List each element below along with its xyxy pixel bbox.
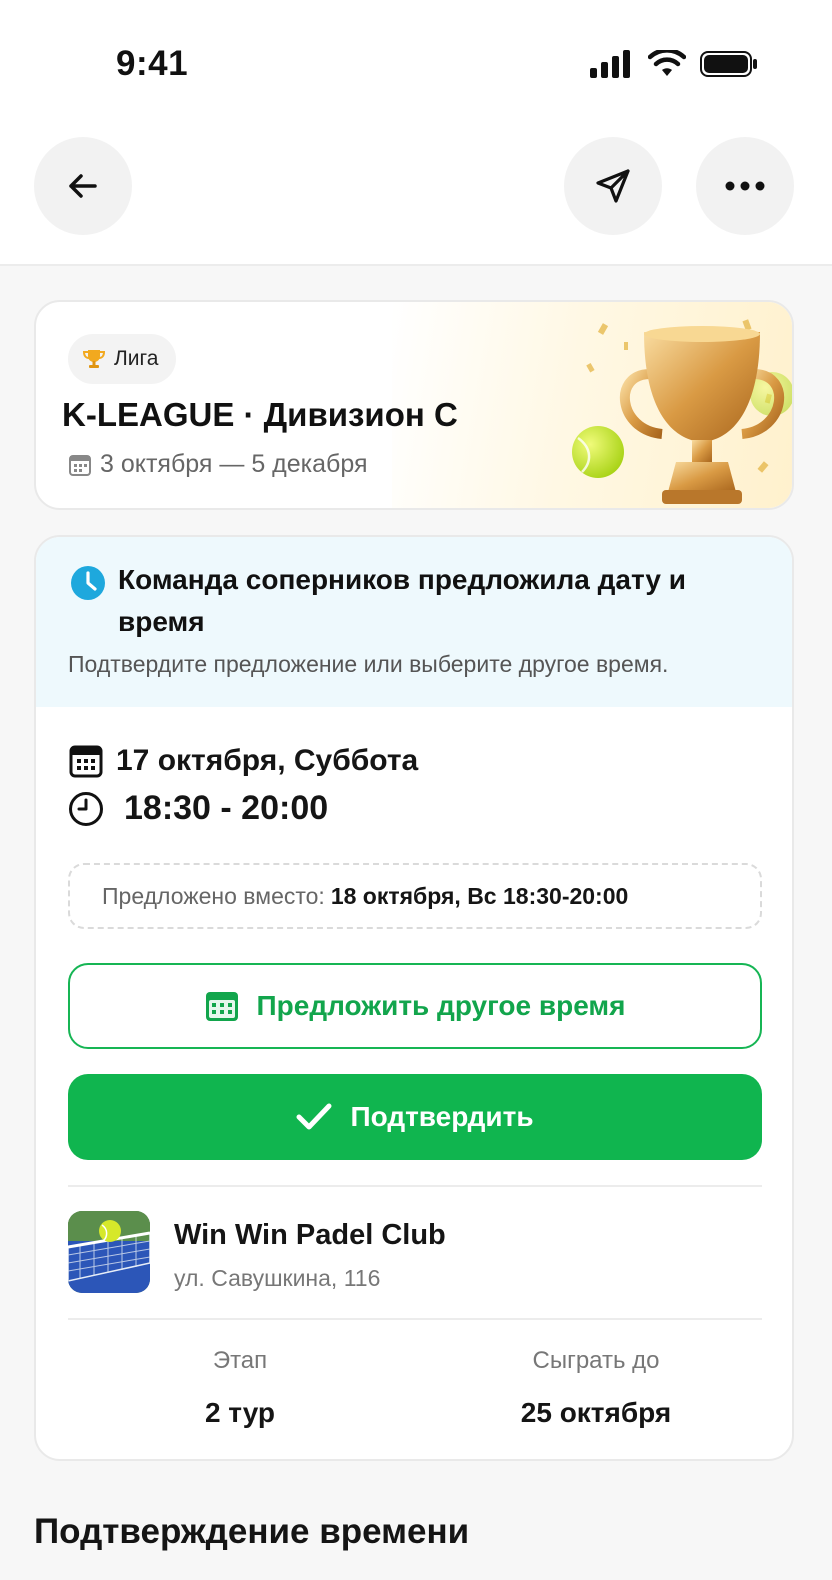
league-title: K-LEAGUE · Дивизион C — [62, 396, 458, 433]
status-icons — [590, 50, 758, 78]
proposed-date: 17 октября, Суббота — [116, 744, 419, 777]
club-address: ул. Савушкина, 116 — [174, 1265, 381, 1291]
check-icon — [296, 1103, 332, 1130]
club-name[interactable]: Win Win Padel Club — [174, 1219, 446, 1252]
propose-other-time-label: Предложить другое время — [256, 990, 626, 1021]
calendar-icon — [69, 745, 103, 778]
proposed-time-row: 18:30 - 20:00 — [68, 789, 328, 828]
offer-title: Команда соперников предложила дату и вре… — [118, 564, 686, 637]
padel-court-image — [68, 1211, 150, 1293]
arrow-left-icon — [69, 174, 97, 198]
send-icon — [596, 169, 630, 203]
share-button[interactable] — [564, 137, 662, 235]
divider — [68, 1318, 762, 1320]
offer-banner: Команда соперников предложила дату и вре… — [36, 537, 792, 707]
league-badge-label: Лига — [114, 347, 159, 370]
league-card[interactable]: Лига K-LEAGUE · Дивизион C 3 октября — 5… — [34, 300, 794, 510]
club-thumbnail[interactable] — [68, 1211, 150, 1293]
deadline-label: Сыграть до — [532, 1347, 660, 1374]
match-offer-card: Команда соперников предложила дату и вре… — [34, 535, 794, 1461]
propose-other-time-button[interactable]: Предложить другое время — [68, 963, 762, 1049]
back-button[interactable] — [34, 137, 132, 235]
top-navigation — [0, 130, 832, 266]
calendar-icon — [205, 992, 238, 1021]
wifi-icon — [648, 50, 686, 76]
league-dates: 3 октября — 5 декабря — [68, 450, 368, 479]
deadline-stat: Сыграть до 25 октября — [446, 1347, 746, 1429]
league-type-badge: Лига — [68, 334, 177, 384]
league-dates-text: 3 октября — 5 декабря — [100, 450, 368, 478]
deadline-value: 25 октября — [520, 1397, 672, 1428]
offer-subtitle: Подтвердите предложение или выберите дру… — [68, 651, 669, 677]
section-title: Подтверждение времени — [34, 1512, 470, 1551]
trophy-icon — [82, 350, 106, 368]
previous-proposal: Предложено вместо: 18 октября, Вс 18:30-… — [68, 863, 762, 929]
stage-value: 2 тур — [204, 1397, 276, 1428]
clock-outline-icon — [69, 791, 103, 826]
battery-icon — [700, 51, 757, 77]
more-horizontal-icon — [725, 181, 765, 191]
proposed-time: 18:30 - 20:00 — [124, 789, 329, 827]
confirm-button[interactable]: Подтвердить — [68, 1074, 762, 1160]
proposed-date-row: 17 октября, Суббота — [68, 743, 418, 779]
more-button[interactable] — [696, 137, 794, 235]
status-bar: 9:41 — [0, 0, 832, 130]
calendar-icon — [69, 454, 91, 476]
stage-label: Этап — [212, 1347, 268, 1374]
confirm-label: Подтвердить — [350, 1101, 534, 1132]
signal-icon — [590, 50, 630, 78]
previous-proposal-value: 18 октября, Вс 18:30-20:00 — [330, 882, 629, 909]
previous-proposal-label: Предложено вместо: — [102, 882, 325, 909]
divider — [68, 1185, 762, 1187]
status-time: 9:41 — [116, 44, 189, 83]
stage-stat: Этап 2 тур — [90, 1347, 390, 1429]
clock-icon — [71, 566, 105, 600]
